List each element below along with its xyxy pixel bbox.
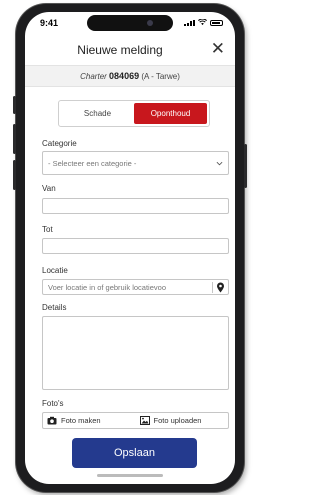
notch: [87, 15, 173, 31]
camera-icon: [47, 416, 57, 425]
mute-switch: [13, 96, 16, 114]
tot-input[interactable]: [42, 238, 229, 254]
categorie-placeholder: - Selecteer een categorie -: [48, 159, 137, 168]
details-label: Details: [42, 303, 67, 312]
charter-suffix: (A - Tarwe): [141, 72, 180, 81]
categorie-select[interactable]: - Selecteer een categorie -: [42, 151, 229, 175]
camera-icon: [147, 20, 153, 26]
tot-label: Tot: [42, 225, 53, 234]
tab-schade[interactable]: Schade: [61, 103, 134, 124]
upload-photo-label: Foto uploaden: [153, 416, 202, 425]
close-icon[interactable]: ✕: [211, 39, 225, 59]
image-icon: [139, 416, 150, 425]
save-button[interactable]: Opslaan: [72, 438, 197, 468]
take-photo-button[interactable]: Foto maken: [43, 413, 136, 428]
van-label: Van: [42, 184, 56, 193]
charter-number: 084069: [109, 71, 140, 81]
signal-icon: [184, 20, 195, 26]
charter-label: Charter: [80, 72, 107, 81]
locatie-label: Locatie: [42, 266, 68, 275]
chevron-down-icon: [216, 161, 223, 166]
page-title: Nieuwe melding: [77, 43, 163, 57]
status-bar: 9:41: [25, 12, 235, 34]
locatie-input[interactable]: Voer locatie in of gebruik locatievoo: [42, 279, 229, 295]
wifi-icon: [198, 19, 207, 26]
system-icons: [184, 19, 223, 26]
volume-down-button: [13, 160, 16, 190]
battery-icon: [210, 20, 223, 26]
phone-frame: 9:41 Nieuwe melding ✕ Charter 084069 (A …: [13, 4, 247, 492]
tab-oponthoud[interactable]: Oponthoud: [134, 103, 207, 124]
location-pin-icon[interactable]: [212, 282, 225, 293]
volume-up-button: [13, 124, 16, 154]
locatie-placeholder: Voer locatie in of gebruik locatievoo: [48, 283, 166, 292]
type-toggle: Schade Oponthoud: [58, 100, 210, 127]
home-indicator: [97, 474, 163, 477]
van-input[interactable]: [42, 198, 229, 214]
screen: 9:41 Nieuwe melding ✕ Charter 084069 (A …: [25, 12, 235, 484]
charter-info: Charter 084069 (A - Tarwe): [25, 65, 235, 87]
details-textarea[interactable]: [42, 316, 229, 390]
header: Nieuwe melding ✕: [25, 38, 235, 64]
fotos-label: Foto's: [42, 399, 64, 408]
photo-actions: Foto maken Foto uploaden: [42, 412, 229, 429]
status-time: 9:41: [40, 18, 59, 28]
take-photo-label: Foto maken: [61, 416, 101, 425]
upload-photo-button[interactable]: Foto uploaden: [136, 413, 229, 428]
power-button: [244, 144, 247, 188]
categorie-label: Categorie: [42, 139, 77, 148]
